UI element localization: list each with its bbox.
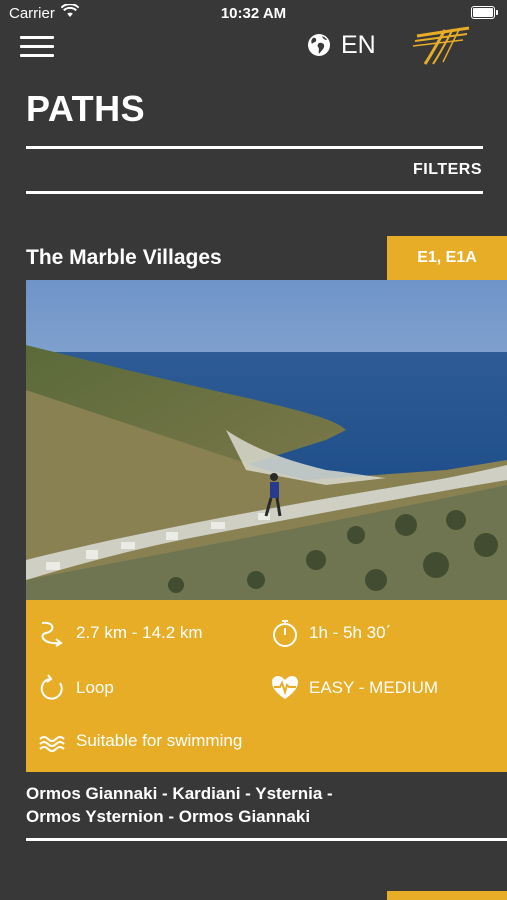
stopwatch-icon xyxy=(273,620,297,647)
path-title: The Marble Villages xyxy=(26,246,222,269)
globe-icon xyxy=(308,34,330,56)
card-divider xyxy=(26,838,507,841)
route-badge: E1, E1A xyxy=(387,236,507,280)
distance-value: 2.7 km - 14.2 km xyxy=(76,623,203,642)
divider xyxy=(26,146,483,149)
feature-value: Suitable for swimming xyxy=(76,731,243,750)
feature-info: Suitable for swimming xyxy=(36,725,242,757)
hamburger-menu-icon[interactable] xyxy=(20,36,54,58)
route-description: Ormos Giannaki - Kardiani - Ysternia - O… xyxy=(26,782,446,828)
difficulty-info: EASY - MEDIUM xyxy=(269,672,438,704)
route-distance-icon xyxy=(41,621,63,647)
route-line-2: Ormos Ysternion - Ormos Giannaki xyxy=(26,807,311,826)
divider xyxy=(26,191,483,194)
type-info: Loop xyxy=(36,672,114,704)
language-label: EN xyxy=(341,30,376,59)
battery-icon xyxy=(471,6,498,19)
status-time: 10:32 AM xyxy=(220,5,287,22)
next-card-badge xyxy=(387,891,507,900)
filters-button[interactable]: FILTERS xyxy=(413,161,482,179)
brand-logo[interactable] xyxy=(405,22,477,68)
type-value: Loop xyxy=(76,678,114,697)
path-photo[interactable] xyxy=(26,280,507,600)
language-selector[interactable]: EN xyxy=(307,29,376,61)
duration-info: 1h - 5h 30΄ xyxy=(269,617,391,649)
swimming-icon xyxy=(39,736,65,752)
distance-info: 2.7 km - 14.2 km xyxy=(36,617,203,649)
duration-value: 1h - 5h 30΄ xyxy=(309,623,392,642)
difficulty-value: EASY - MEDIUM xyxy=(309,678,439,697)
heart-rate-icon xyxy=(272,676,298,699)
loop-icon xyxy=(40,674,63,700)
page-title: PATHS xyxy=(26,88,146,129)
route-line-1: Ormos Giannaki - Kardiani - Ysternia - xyxy=(26,784,333,803)
path-info-panel: 2.7 km - 14.2 km 1h - 5h 30΄ Loop EASY -… xyxy=(26,600,507,772)
